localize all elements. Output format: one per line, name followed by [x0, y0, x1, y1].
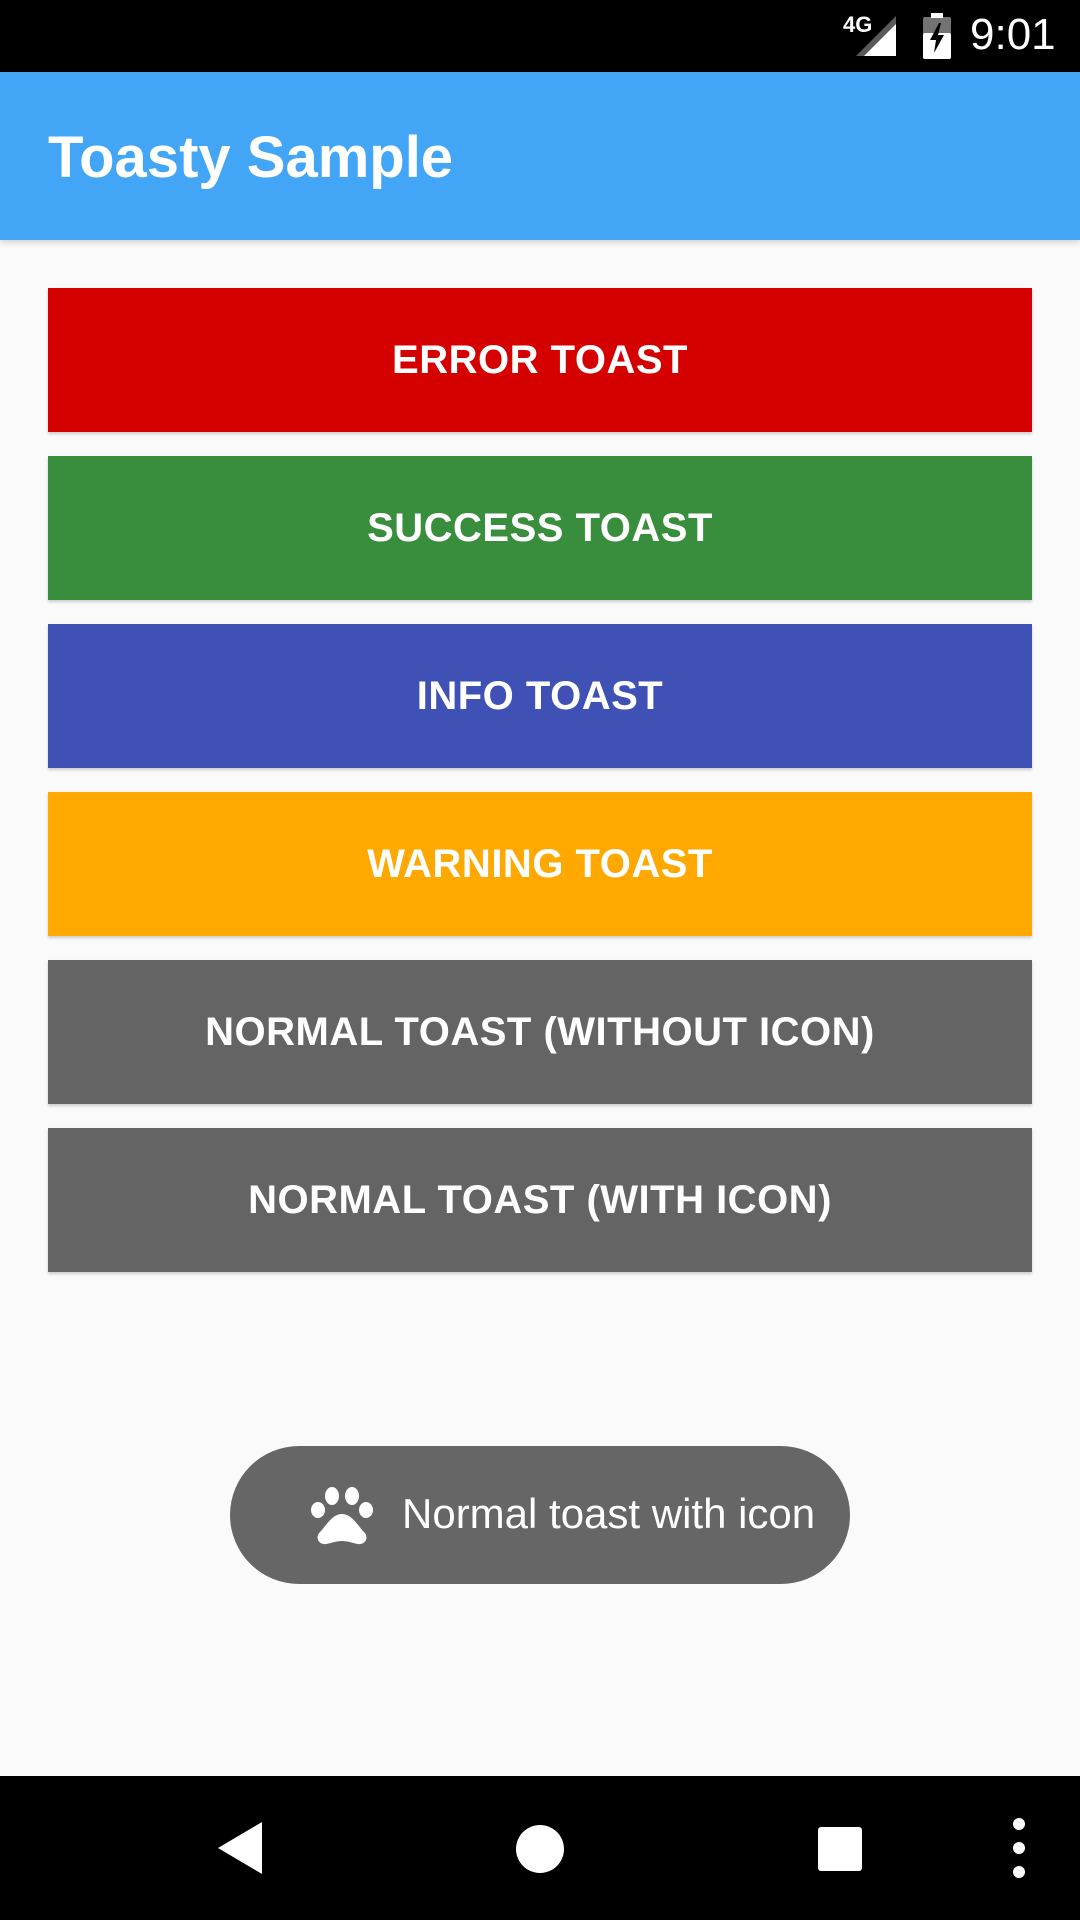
app-bar: Toasty Sample	[0, 72, 1080, 240]
paw-icon	[311, 1487, 373, 1545]
back-icon[interactable]	[216, 1820, 264, 1876]
screen: 4G 9:01 Toasty Sample ERROR TOAST SUCCES…	[0, 0, 1080, 1920]
warning-toast-button-label: WARNING TOAST	[367, 841, 713, 886]
success-toast-button-label: SUCCESS TOAST	[367, 505, 713, 550]
success-toast-button[interactable]: SUCCESS TOAST	[48, 456, 1032, 600]
info-toast-button[interactable]: INFO TOAST	[48, 624, 1032, 768]
error-toast-button-label: ERROR TOAST	[392, 337, 688, 382]
normal-toast-without-icon-button-label: NORMAL TOAST (WITHOUT ICON)	[205, 1009, 875, 1054]
status-bar: 4G 9:01	[0, 0, 1080, 72]
normal-toast-with-icon-button-label: NORMAL TOAST (WITH ICON)	[248, 1177, 832, 1222]
signal-icon	[856, 16, 896, 56]
status-time: 9:01	[970, 10, 1056, 59]
home-icon[interactable]	[515, 1824, 565, 1874]
navigation-bar	[0, 1776, 1080, 1920]
warning-toast-button[interactable]: WARNING TOAST	[48, 792, 1032, 936]
info-toast-button-label: INFO TOAST	[416, 673, 664, 718]
toast-message: Normal toast with icon	[402, 1490, 816, 1537]
button-list: ERROR TOAST SUCCESS TOAST INFO TOAST WAR…	[48, 288, 1032, 1296]
more-vert-icon[interactable]	[1010, 1816, 1028, 1880]
error-toast-button[interactable]: ERROR TOAST	[48, 288, 1032, 432]
app-title: Toasty Sample	[48, 125, 454, 190]
normal-toast-with-icon-button[interactable]: NORMAL TOAST (WITH ICON)	[48, 1128, 1032, 1272]
normal-toast-without-icon-button[interactable]: NORMAL TOAST (WITHOUT ICON)	[48, 960, 1032, 1104]
recents-icon[interactable]	[817, 1826, 863, 1872]
battery-charging-icon	[923, 13, 951, 59]
toast: Normal toast with icon	[230, 1446, 850, 1584]
